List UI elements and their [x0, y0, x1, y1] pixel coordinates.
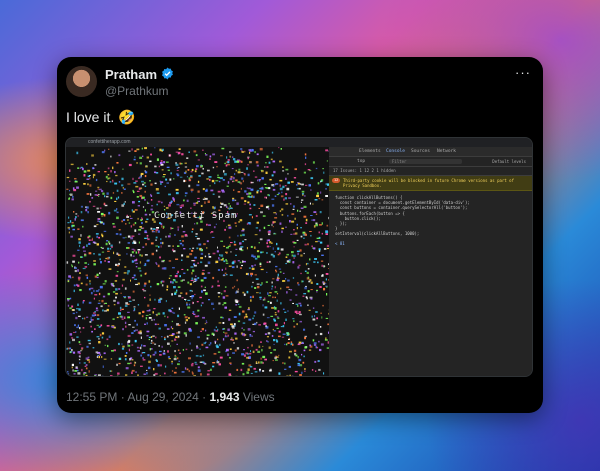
console-result: < 81 [335, 240, 345, 246]
tweet-text: I love it. 🤣 [66, 109, 136, 125]
levels-select[interactable]: Default levels [492, 159, 526, 164]
author-name[interactable]: Pratham [105, 67, 157, 82]
issues-bar: 17 Issues: 1 12 2 1 hidden [329, 167, 532, 176]
issues-count[interactable]: 17 Issues: 1 12 2 [333, 168, 374, 173]
tweet-card: Pratham @Prathkum ··· I love it. 🤣 confe… [57, 57, 543, 413]
confetti-page: Confetti Spam [66, 147, 329, 376]
devtools-panel: Elements Console Sources Network top Fil… [329, 147, 532, 376]
views-label: Views [242, 390, 275, 404]
filter-input[interactable]: Filter [389, 159, 462, 164]
verified-badge-icon [162, 67, 173, 80]
tweet-media-screenshot[interactable]: confettiherapp.com Confetti Spam Element… [65, 137, 533, 377]
tab-network[interactable]: Network [437, 149, 456, 154]
views-count: 1,943 [209, 390, 240, 404]
context-select[interactable]: top [357, 159, 365, 164]
console-toolbar: top Filter Default levels [329, 157, 532, 167]
tweet-meta: 12:55 PM · Aug 29, 2024 · 1,943 Views [66, 390, 275, 404]
tweet-time[interactable]: 12:55 PM [66, 390, 117, 404]
tab-elements[interactable]: Elements [359, 149, 381, 154]
warning-badge: 12 [332, 178, 341, 183]
tweet-date[interactable]: Aug 29, 2024 [127, 390, 198, 404]
avatar[interactable] [66, 66, 97, 97]
address-bar: confettiherapp.com [88, 139, 131, 145]
warning-text: Third-party cookie will be blocked in fu… [343, 178, 514, 188]
tab-sources[interactable]: Sources [411, 149, 430, 154]
hidden-count: 1 hidden [376, 168, 396, 173]
meta-separator: · [117, 390, 128, 404]
console-code: function clickAllButtons() { const conta… [329, 191, 532, 241]
browser-toolbar: confettiherapp.com [66, 138, 532, 147]
page-heading: Confetti Spam [154, 211, 238, 221]
tab-console[interactable]: Console [386, 149, 405, 154]
devtools-tabs: Elements Console Sources Network [329, 147, 532, 157]
meta-separator: · [198, 390, 210, 404]
more-options-icon[interactable]: ··· [515, 65, 531, 80]
code-line: setInterval(clickAllButtons, 1000); [335, 231, 420, 237]
confetti-canvas [66, 147, 329, 376]
author-handle[interactable]: @Prathkum [105, 84, 169, 98]
console-warning: 12 Third-party cookie will be blocked in… [329, 176, 532, 191]
